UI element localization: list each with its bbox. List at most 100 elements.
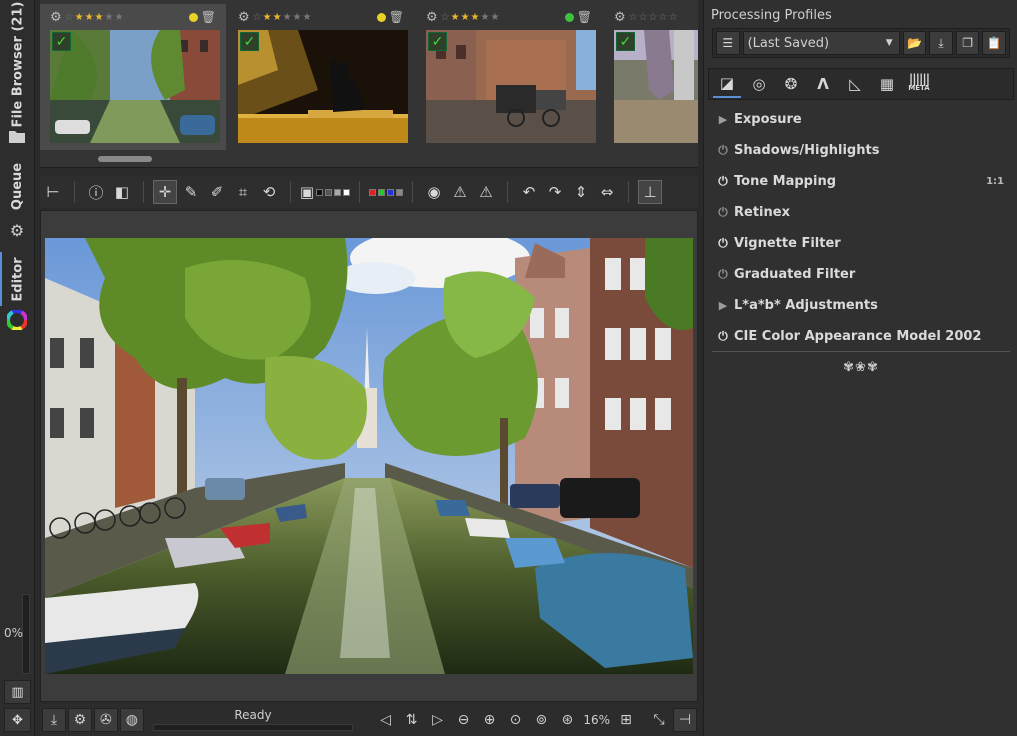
star-rating[interactable]: ☆★★★★★ xyxy=(253,12,313,23)
trash-icon[interactable]: 🗑 xyxy=(201,10,216,24)
hide-right-panel-icon[interactable]: ⊣ xyxy=(672,708,697,732)
bg-grey-swatch[interactable] xyxy=(325,188,332,196)
profile-list-icon[interactable]: ☰ xyxy=(716,31,740,55)
preview-mode-icon[interactable]: ▣ xyxy=(300,180,314,204)
color-picker-icon[interactable]: ✐ xyxy=(205,180,229,204)
bg-light-swatch[interactable] xyxy=(334,188,341,196)
tab-detail-icon[interactable]: ◎ xyxy=(745,70,773,98)
color-wheel-icon[interactable] xyxy=(5,308,29,332)
tab-queue[interactable]: Queue xyxy=(0,158,35,214)
power-icon[interactable]: ⏻ xyxy=(712,174,734,189)
green-channel-swatch[interactable] xyxy=(378,188,385,196)
thumbnail-image[interactable]: ✓ xyxy=(614,30,698,143)
gear-icon[interactable]: ⚙ xyxy=(426,10,438,25)
highlight-clipping-warning-icon[interactable]: ⚠ xyxy=(474,180,498,204)
color-label-dot[interactable] xyxy=(376,12,386,22)
fullscreen-icon[interactable]: ⤡ xyxy=(647,708,671,732)
tool-retinex[interactable]: ⏻ Retinex xyxy=(712,197,1010,228)
crop-icon[interactable]: ⌗ xyxy=(231,180,255,204)
tool-graduated-filter[interactable]: ⏻ Graduated Filter xyxy=(712,259,1010,290)
thumbnail-image[interactable]: ✓ xyxy=(50,30,220,143)
thumbnail[interactable]: ⚙ ☆★★★★★ 🗑 ✓ xyxy=(40,4,226,150)
star-rating[interactable]: ☆☆☆☆☆ xyxy=(629,12,679,23)
blue-channel-swatch[interactable] xyxy=(387,188,394,196)
tool-vignette-filter[interactable]: ⏻ Vignette Filter xyxy=(712,228,1010,259)
gear-icon[interactable]: ⚙ xyxy=(614,10,626,25)
tab-transform-icon[interactable]: ◺ xyxy=(841,70,869,98)
bg-black-swatch[interactable] xyxy=(316,188,323,196)
lens-icon[interactable]: ◍ xyxy=(119,708,144,732)
next-image-icon[interactable]: ▷ xyxy=(426,708,450,732)
folder-icon[interactable] xyxy=(5,124,29,148)
thumbnail-image[interactable]: ✓ xyxy=(426,30,596,143)
power-icon[interactable]: ⏻ xyxy=(712,143,734,158)
color-label-dot[interactable] xyxy=(564,12,574,22)
tab-file-browser[interactable]: File Browser (21) xyxy=(0,1,35,127)
navigator-toggle-button[interactable]: ✥ xyxy=(4,708,31,732)
preview-image[interactable] xyxy=(45,238,693,674)
tool-lab-adjustments[interactable]: ▶ L*a*b* Adjustments xyxy=(712,290,1010,321)
tab-advanced-icon[interactable]: Ʌ xyxy=(809,70,837,98)
shadow-clipping-warning-icon[interactable]: ⚠ xyxy=(448,180,472,204)
color-label-dot[interactable] xyxy=(188,12,198,22)
rotate-right-icon[interactable]: ↷ xyxy=(543,180,567,204)
tool-tone-mapping[interactable]: ⏻ Tone Mapping 1:1 xyxy=(712,166,1010,197)
tool-exposure[interactable]: ▶ Exposure xyxy=(712,104,1010,135)
power-icon[interactable]: ⏻ xyxy=(712,205,734,220)
thumbnail[interactable]: ⚙ ☆★★★★★ 🗑 ✓ xyxy=(228,4,414,150)
hand-tool-icon[interactable]: ✛ xyxy=(153,180,177,204)
expander-arrow-icon[interactable]: ▶ xyxy=(712,113,734,126)
thumbnail-image[interactable]: ✓ xyxy=(238,30,408,143)
load-profile-icon[interactable]: 📂 xyxy=(902,31,927,55)
save-image-button[interactable]: ⤓ xyxy=(42,708,66,732)
hide-left-panel-icon[interactable]: ⊢ xyxy=(41,180,65,204)
tab-meta-icon[interactable]: |||||| META xyxy=(905,70,933,98)
zoom-100-icon[interactable]: ⊛ xyxy=(555,708,579,732)
zoom-fit-icon[interactable]: ⊙ xyxy=(503,708,527,732)
profile-select[interactable]: (Last Saved) ▼ xyxy=(742,31,900,55)
gear-icon[interactable]: ⚙ xyxy=(50,10,62,25)
send-to-queue-button[interactable]: ⚙ xyxy=(67,708,92,732)
expander-arrow-icon[interactable]: ▶ xyxy=(712,299,734,312)
tool-ciecam02[interactable]: ⏻ CIE Color Appearance Model 2002 xyxy=(712,321,1010,352)
zoom-fit-crop-icon[interactable]: ⊚ xyxy=(529,708,553,732)
zoom-in-icon[interactable]: ⊕ xyxy=(477,708,501,732)
previous-image-icon[interactable]: ◁ xyxy=(374,708,398,732)
power-icon[interactable]: ⏻ xyxy=(712,236,734,251)
sync-filmstrip-icon[interactable]: ⇅ xyxy=(400,708,424,732)
rotate-left-icon[interactable]: ↶ xyxy=(517,180,541,204)
thumbnail[interactable]: ⚙ ☆★★★★★ 🗑 ✓ xyxy=(416,4,602,150)
hide-top-panel-icon[interactable]: ⊥ xyxy=(638,180,662,204)
paste-profile-icon[interactable]: 📋 xyxy=(982,31,1006,55)
tab-color-icon[interactable]: ❂ xyxy=(777,70,805,98)
trash-icon[interactable]: 🗑 xyxy=(389,10,404,24)
power-icon[interactable]: ⏻ xyxy=(712,267,734,282)
save-profile-icon[interactable]: ⤓ xyxy=(929,31,953,55)
red-channel-swatch[interactable] xyxy=(369,188,376,196)
gears-icon[interactable]: ⚙ xyxy=(5,218,29,242)
white-balance-picker-icon[interactable]: ✎ xyxy=(179,180,203,204)
copy-profile-icon[interactable]: ❐ xyxy=(955,31,980,55)
straighten-icon[interactable]: ⟲ xyxy=(257,180,281,204)
zoom-out-icon[interactable]: ⊖ xyxy=(452,708,476,732)
bg-white-swatch[interactable] xyxy=(343,188,350,196)
info-icon[interactable]: ⓘ xyxy=(84,180,108,204)
flip-vertical-icon[interactable]: ⇕ xyxy=(569,180,593,204)
luminance-channel-swatch[interactable] xyxy=(396,188,403,196)
star-rating[interactable]: ☆★★★★★ xyxy=(65,12,125,23)
flip-horizontal-icon[interactable]: ⇔ xyxy=(595,180,619,204)
power-icon[interactable]: ⏻ xyxy=(712,329,734,344)
gear-icon[interactable]: ⚙ xyxy=(238,10,250,25)
new-detail-window-icon[interactable]: ⊞ xyxy=(614,708,638,732)
tab-exposure-icon[interactable]: ◪ xyxy=(713,70,741,98)
trash-icon[interactable]: 🗑 xyxy=(577,10,592,24)
tool-shadows-highlights[interactable]: ⏻ Shadows/Highlights xyxy=(712,135,1010,166)
thumbnail[interactable]: ⚙ ☆☆☆☆☆ ✓ xyxy=(604,4,698,150)
filmstrip-scrollbar[interactable] xyxy=(98,156,152,162)
tab-raw-icon[interactable]: ▦ xyxy=(873,70,901,98)
focus-mask-icon[interactable]: ◉ xyxy=(422,180,446,204)
send-to-editor-button[interactable]: ✇ xyxy=(93,708,118,732)
star-rating[interactable]: ☆★★★★★ xyxy=(441,12,501,23)
histogram-toggle-button[interactable]: ▥ xyxy=(4,680,31,704)
tab-editor[interactable]: Editor xyxy=(0,252,35,306)
